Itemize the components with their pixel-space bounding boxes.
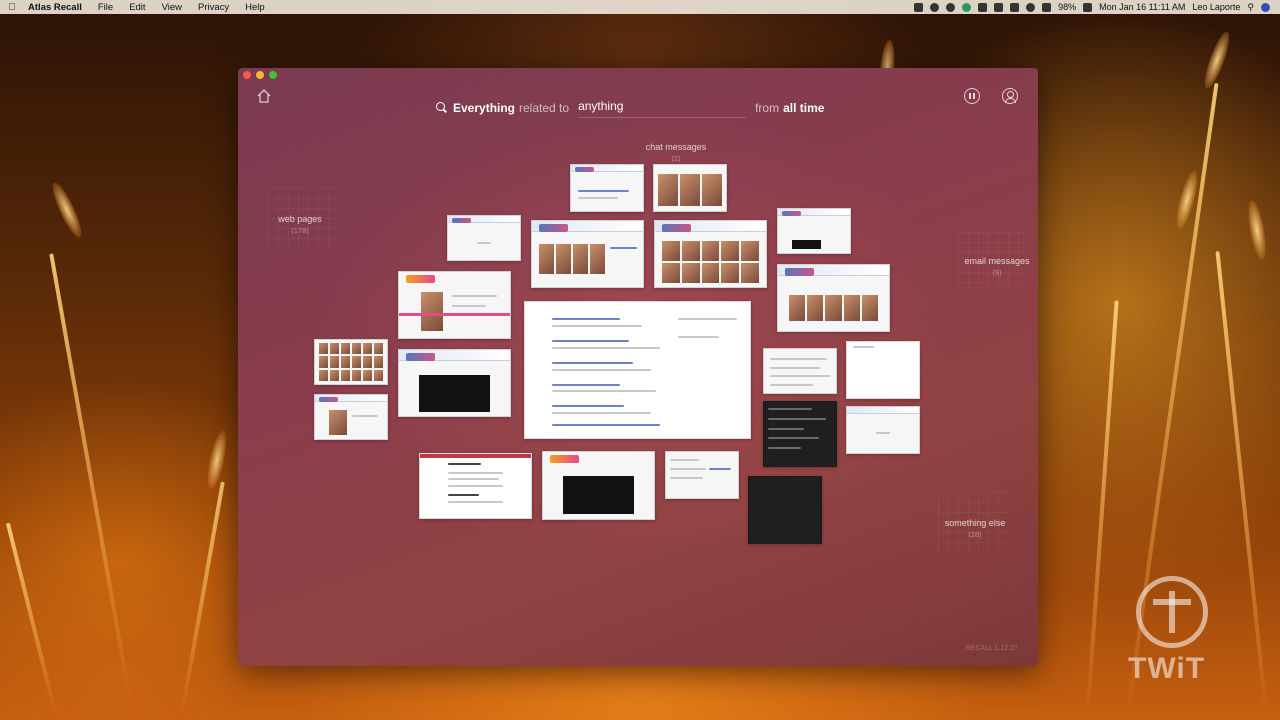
tray-app-icon[interactable] [914,2,924,12]
user-name[interactable]: Leo Laporte [1192,2,1240,12]
wifi-icon[interactable] [1026,2,1036,12]
memory-thumbnail[interactable] [314,339,388,385]
tray-sync-icon[interactable] [930,2,940,12]
category-label: email messages [964,256,1030,266]
search-icon[interactable] [436,102,448,114]
pause-icon[interactable] [964,88,980,104]
atlas-recall-window: Everything related to anything from all … [238,68,1038,666]
category-label: chat messages [645,142,707,152]
search-input[interactable]: anything [578,99,747,118]
memory-thumbnail[interactable] [763,401,837,467]
category-count: (28) [968,530,982,539]
apple-menu-icon[interactable]:  [0,2,24,13]
category-label: web pages [278,214,322,224]
menu-privacy[interactable]: Privacy [190,2,237,13]
category-web-pages[interactable]: web pages (178) [260,214,340,235]
twit-watermark: TWiT [1128,652,1206,685]
account-icon[interactable] [1002,88,1018,104]
memory-thumbnail[interactable] [398,271,511,339]
time-range-selector[interactable]: all time [783,101,824,115]
memory-thumbnail[interactable] [748,476,822,544]
menu-view[interactable]: View [154,2,190,13]
search-query-bar: Everything related to anything from all … [436,99,824,118]
tray-bell-icon[interactable] [1010,2,1020,12]
spotlight-icon[interactable]: ⚲ [1247,2,1254,13]
memory-thumbnail[interactable] [763,348,837,394]
siri-icon[interactable] [1261,2,1270,12]
airplay-icon[interactable] [1042,2,1052,12]
twit-logo-icon [1136,576,1208,648]
memory-thumbnail[interactable] [419,453,532,519]
menu-help[interactable]: Help [237,2,273,13]
keyboard-icon[interactable] [1083,2,1093,12]
zoom-window-button[interactable] [269,71,277,79]
status-tray: 98% Mon Jan 16 11:11 AM Leo Laporte ⚲ [914,0,1270,14]
category-count: (178) [291,226,309,235]
menu-edit[interactable]: Edit [121,2,153,13]
tray-record-icon[interactable] [946,2,956,12]
tray-window-icon[interactable] [978,2,988,12]
app-version: RECALL 1.12.27 [965,645,1018,652]
memory-thumbnail[interactable] [314,394,388,440]
clock[interactable]: Mon Jan 16 11:11 AM [1099,2,1185,12]
app-menu[interactable]: Atlas Recall [24,2,90,13]
memory-thumbnail[interactable] [846,406,920,454]
tray-cloud-icon[interactable] [962,2,972,12]
minimize-window-button[interactable] [256,71,264,79]
close-window-button[interactable] [243,71,251,79]
window-controls [243,71,277,79]
memory-thumbnail[interactable] [542,451,655,520]
memory-thumbnail[interactable] [653,164,727,212]
category-count: (9) [992,268,1002,277]
memory-thumbnail[interactable] [665,451,739,499]
content-type-selector[interactable]: Everything [453,101,515,115]
memory-thumbnail[interactable] [531,220,644,288]
memory-thumbnail[interactable] [398,349,511,417]
memory-thumbnail[interactable] [447,215,521,261]
category-count: (2) [671,154,681,163]
home-icon[interactable] [256,88,272,104]
battery-percent[interactable]: 98% [1058,2,1076,12]
memory-thumbnail[interactable] [777,208,851,254]
related-to-label: related to [519,101,570,115]
category-label: something else [944,518,1006,528]
category-chat-messages[interactable]: chat messages (2) [626,142,726,163]
category-something-else[interactable]: something else (28) [930,518,1020,539]
memory-thumbnail[interactable] [846,341,920,399]
from-label: from [755,101,780,115]
memory-thumbnail[interactable] [570,164,644,212]
memory-thumbnail[interactable] [777,264,890,332]
memory-thumbnail-selected[interactable] [524,301,751,439]
category-email-messages[interactable]: email messages (9) [950,256,1038,277]
menu-file[interactable]: File [90,2,121,13]
memory-thumbnail[interactable] [654,220,767,288]
menu-bar:  Atlas Recall File Edit View Privacy He… [0,0,1280,14]
tray-drive-icon[interactable] [994,2,1004,12]
